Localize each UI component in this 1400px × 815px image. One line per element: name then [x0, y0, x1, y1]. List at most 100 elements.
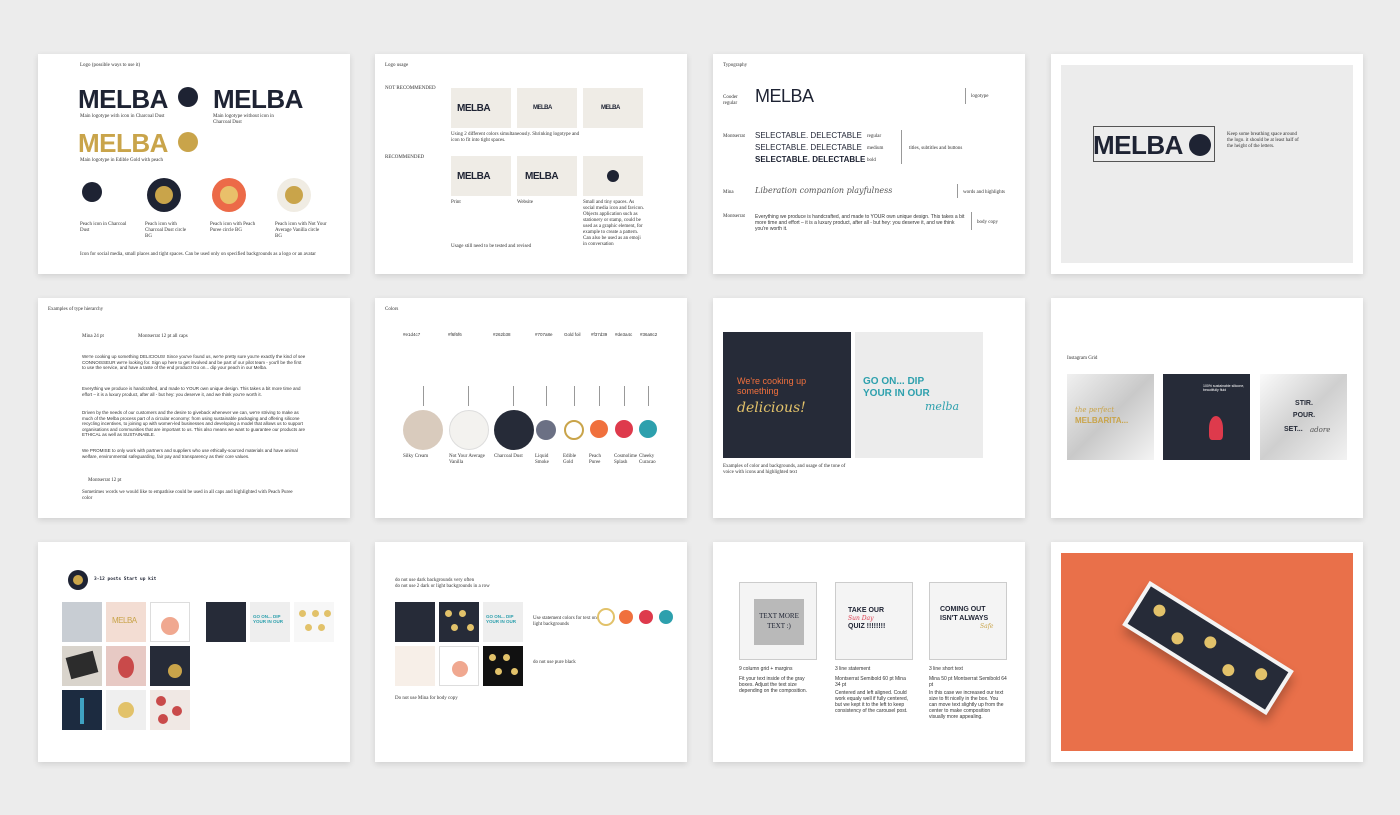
grid-example-1: TEXT MORE TEXT :)	[739, 582, 817, 660]
icon-caption-2: Peach icon with Charcoal Dust circle BG	[145, 222, 187, 239]
gold-logotype: MELBA	[78, 128, 168, 158]
label-mont-12-caps: Montserrat 12 pt all caps	[138, 334, 188, 339]
slide-type-hierarchy: Examples of type hierarchy Mina 24 pt Mo…	[38, 298, 350, 518]
swatch-curacao	[639, 420, 657, 438]
thumb-7	[62, 690, 102, 730]
main-logotype: MELBA	[78, 84, 168, 114]
caption-2-fonts: Montserrat Semibold 60 pt Mina 34 pt	[835, 676, 906, 688]
sample-para-3: Driven by the needs of our customers and…	[82, 410, 306, 437]
caption-3-title: 3 line short text	[929, 666, 963, 672]
thumb-10	[206, 602, 246, 642]
hex-6: #de3a4c	[615, 332, 633, 337]
logotype-no-icon: MELBA	[213, 84, 303, 114]
thumb-4	[62, 646, 102, 686]
peach-icon	[178, 87, 198, 107]
icon-caption-1: Peach icon in Charcoal Dust	[80, 222, 127, 233]
note-mina-body: Do not use Mina for body copy	[395, 696, 458, 701]
icon-caption-3: Peach icon with Peach Puree circle BG	[210, 222, 256, 233]
dark-sample: We're cooking up something delicious!	[723, 332, 851, 458]
not-rec-sample-1: MELBA	[451, 88, 511, 128]
caption-1-title: 9 column grid + margins	[739, 666, 793, 672]
slide-grid-layouts: TEXT MORE TEXT :) TAKE OUR Sun Day QUIZ …	[713, 542, 1025, 762]
slide-title: Logo (possible ways to use it)	[80, 63, 141, 68]
slide-title: 3-12 posts Start up kit	[94, 577, 157, 582]
not-recommended-label: NOT RECOMMENDED	[385, 86, 436, 91]
hex-0: #e1d4c7	[403, 332, 421, 337]
grid-tile-1: the perfect MELBARITA...	[1067, 374, 1154, 460]
logo-clearspace: MELBA	[1093, 130, 1183, 160]
caption-main: Main logotype with icon in Charcoal Dust	[80, 114, 165, 119]
not-rec-note: Using 2 different colors simultaneously.…	[451, 132, 580, 143]
tile-dark-2	[439, 602, 479, 642]
hex-2: #262b38	[493, 332, 511, 337]
sample-regular: SELECTABLE. DELECTABLE	[755, 131, 862, 140]
peach-icon-vanilla-circle	[277, 178, 311, 212]
medium-label: medium	[867, 146, 884, 151]
rec-sample-website: MELBA	[517, 156, 577, 196]
slide-logo-usage: Logo usage NOT RECOMMENDED MELBA MELBA M…	[375, 54, 687, 274]
tile-light-1	[395, 646, 435, 686]
thumb-1	[62, 602, 102, 642]
grid-tile-2: 100% sustainable silicone, beautifully f…	[1163, 374, 1250, 460]
hex-3: #707a8e	[535, 332, 553, 337]
sample-bold: SELECTABLE. DELECTABLE	[755, 155, 866, 164]
tile-light-goon: GO ON... DIP YOUR IN OUR	[483, 602, 523, 642]
swatch-charcoal	[494, 410, 534, 450]
thumb-8	[106, 690, 146, 730]
body-sample: Everything we produce is handcrafted, an…	[755, 214, 965, 232]
slide-title: Logo usage	[385, 63, 409, 68]
font-mina: Mina	[723, 190, 734, 195]
words-label: words and highlights	[963, 190, 1005, 195]
slide-instagram-grid: Instagram Grid the perfect MELBARITA... …	[1051, 298, 1363, 518]
icon-footer-note: Icon for social media, small places and …	[80, 252, 316, 257]
swatch-liquid-smoke	[536, 420, 556, 440]
caption-3-fonts: Mina 50 pt Montserrat Semibold 64 pt	[929, 676, 1007, 688]
slide-logo-usage-ways: Logo (possible ways to use it) MELBA MEL…	[38, 54, 350, 274]
sample-medium: SELECTABLE. DELECTABLE	[755, 143, 862, 152]
peach-icon	[68, 570, 88, 590]
font-montserrat-body: Montserrat	[723, 214, 745, 219]
slide-title: Typography	[723, 63, 748, 68]
name-1: Not Your Average Vanilla	[449, 454, 485, 465]
hex-4: Gold foil	[564, 332, 581, 337]
logotype-label: logotype	[971, 94, 989, 99]
color-dot-teal	[659, 610, 673, 624]
tile-black	[483, 646, 523, 686]
regular-label: regular	[867, 134, 882, 139]
rec-sample-icon	[583, 156, 643, 196]
caption-no-icon: Main logotype without icon in Charcoal D…	[213, 114, 274, 125]
caption-2-body: Centered and left aligned. Could work eq…	[835, 690, 909, 714]
website-label: Website	[517, 200, 533, 205]
color-dot-peach	[619, 610, 633, 624]
peach-icon-charcoal-circle	[147, 178, 181, 212]
print-label: Print	[451, 200, 461, 205]
grid-example-2: TAKE OUR Sun Day QUIZ !!!!!!!!	[835, 582, 913, 660]
color-dot-red	[639, 610, 653, 624]
gold-peach-icon	[178, 132, 198, 152]
slide-dos-and-donts: do not use dark backgrounds very often d…	[375, 542, 687, 762]
slide-colors: Colors #e1d4c7 #f6f6f6 #262b38 #707a8e G…	[375, 298, 687, 518]
font-montserrat: Montserrat	[723, 134, 745, 139]
not-rec-sample-2: MELBA	[517, 88, 577, 128]
slide-title: Examples of type hierarchy	[48, 307, 104, 312]
caption-1-body: Fit your text inside of the gray boxes. …	[739, 676, 808, 694]
slide-title: Colors	[385, 307, 399, 312]
swatch-silky-cream	[403, 410, 443, 450]
name-0: Silky Cream	[403, 454, 429, 459]
name-6: Cosmolime Splash	[614, 454, 638, 465]
slide-startup-kit: 3-12 posts Start up kit MELBA GO ON... D…	[38, 542, 350, 762]
sample-para-4: We PROMISE to only work with partners an…	[82, 448, 298, 459]
rec-sample-print: MELBA	[451, 156, 511, 196]
slide-clear-space: MELBA Keep some breathing space around t…	[1051, 54, 1363, 274]
clearspace-note: Keep some breathing space around the log…	[1227, 132, 1299, 149]
name-3: Liquid Smoke	[535, 454, 549, 465]
caption-2-title: 3 line statement	[835, 666, 871, 672]
hex-5: #f37d39	[591, 332, 608, 337]
thumb-5	[106, 646, 146, 686]
script-sample: Liberation companion playfulness	[755, 186, 893, 195]
slide-color-backgrounds: We're cooking up something delicious! GO…	[713, 298, 1025, 518]
small-spaces-note: Small and tiny spaces. As social media i…	[583, 200, 644, 247]
label-mont-12: Montserrat 12 pt	[88, 478, 122, 483]
note-pure-black: do not use pure black	[533, 660, 576, 665]
usage-note: Usage still need to be tested and revise…	[451, 244, 532, 249]
